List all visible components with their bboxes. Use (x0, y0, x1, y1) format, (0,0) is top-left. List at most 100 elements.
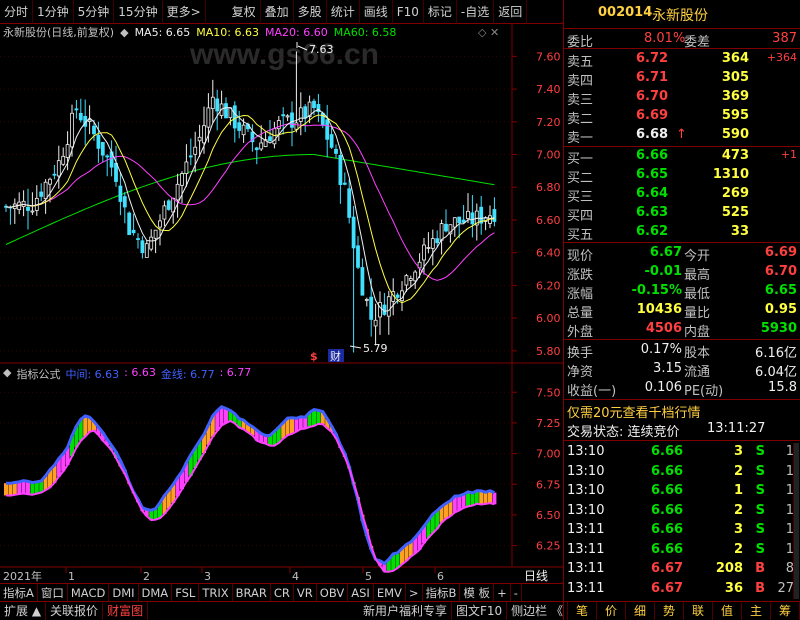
sep-title (564, 28, 800, 29)
toolbar-btn-1min[interactable]: 1分钟 (33, 0, 74, 24)
status-f10[interactable]: 图文F10 (452, 601, 508, 620)
sell-price: 6.71 (636, 70, 669, 85)
candle-body (338, 154, 343, 185)
indicator-mid-val2: : 6.63 (124, 366, 156, 379)
ma5-label: MA5: 6.65 (134, 25, 191, 39)
chart-svg[interactable]: www.gs66.cn 7.60 7.40 7.20 7.00 6.80 6.60 6.40… (0, 24, 563, 590)
stat-value-left: -0.01 (644, 264, 682, 279)
stat-label-left: 涨跌 (567, 268, 594, 283)
tick-list-scrollbar[interactable] (793, 443, 799, 599)
tab-vr[interactable]: VR (294, 583, 317, 602)
tab-indicator-b[interactable]: 指标B (423, 583, 461, 602)
tab-remove[interactable]: - (511, 583, 522, 602)
status-wealth-chart[interactable]: 财富图 (103, 601, 149, 620)
indicator-gold-val2: : 6.77 (219, 366, 252, 379)
candle-body (281, 114, 286, 117)
tab-cr[interactable]: CR (271, 583, 294, 602)
status-expand[interactable]: 扩展 ▲ (0, 601, 47, 620)
toolbar-btn-mark[interactable]: 标记 (424, 0, 457, 24)
toolbar-btn-more[interactable]: 更多> (163, 0, 206, 24)
diamond-icon[interactable]: ◇ (478, 26, 486, 39)
weibi-row: 委比 8.01% 委差 387 (564, 30, 800, 50)
close-icon[interactable]: ✕ (490, 26, 499, 39)
sell-volume: 595 (721, 108, 749, 123)
toolbar-btn-stats[interactable]: 统计 (327, 0, 360, 24)
toolbar-btn-overlay[interactable]: 叠加 (261, 0, 294, 24)
buy-volume: 473 (721, 148, 749, 163)
stat-label-right: 量比 (684, 306, 711, 321)
promo-row[interactable]: 仅需20元查看千档行情 (564, 401, 800, 421)
toolbar-btn-adjust[interactable]: 复权 (228, 0, 261, 24)
ma5-path (5, 107, 495, 312)
month-label: 4 (292, 570, 299, 583)
tab-dmi[interactable]: DMI (109, 583, 139, 602)
tick-time: 13:10 (567, 502, 605, 518)
candle-body (87, 119, 92, 122)
stat-value-left: 4506 (645, 321, 682, 336)
toolbar-btn-multi[interactable]: 多股 (294, 0, 327, 24)
candle-body (457, 216, 462, 224)
stat-label-left: 涨幅 (567, 287, 594, 302)
candle-body (153, 229, 158, 239)
promo-text[interactable]: 仅需20元查看千档行情 (567, 402, 701, 421)
toolbar-btn-5min[interactable]: 5分钟 (74, 0, 115, 24)
candle-body (408, 278, 413, 281)
tab-dma[interactable]: DMA (139, 583, 173, 602)
toolbar-btn-back[interactable]: 返回 (494, 0, 528, 24)
chart-menu-icon[interactable]: ◆ (120, 26, 128, 39)
toolbar-btn-f10[interactable]: F10 (393, 0, 424, 24)
chart-area[interactable]: www.gs66.cn 7.60 7.40 7.20 7.00 6.80 6.60 6.40… (0, 24, 563, 590)
candle-body (395, 294, 400, 298)
tab-emv[interactable]: EMV (374, 583, 406, 602)
stat2-label-right: PE(动) (684, 384, 724, 399)
tick-volume: 1 (733, 483, 743, 498)
stat-row: 总量 10436 量比 0.95 (564, 301, 800, 321)
candle-body (65, 144, 70, 158)
candle-body (210, 96, 215, 110)
candle-body (114, 162, 118, 182)
tab-template[interactable]: 模 板 (460, 583, 495, 602)
tab-window[interactable]: 窗口 (38, 583, 68, 602)
ma60-label: MA60: 6.58 (333, 25, 397, 39)
tick-side: S (755, 444, 765, 459)
event-tag-finance[interactable]: 财 (330, 349, 341, 363)
tick-side: S (755, 502, 765, 518)
tick-price: 6.66 (651, 444, 684, 459)
watermark: www.gs66.cn (189, 38, 379, 71)
toolbar-btn-remove-watch[interactable]: -自选 (457, 0, 495, 24)
high-marker-label: 7.63 (309, 43, 334, 56)
tick-side: S (755, 522, 765, 537)
tab-next[interactable]: > (406, 583, 423, 602)
tab-add[interactable]: + (494, 583, 511, 602)
tab-brar[interactable]: BRAR (233, 583, 271, 602)
status-sidebar[interactable]: 侧边栏 《 (507, 601, 568, 620)
indicator-menu-icon[interactable]: ◆ (3, 366, 11, 380)
candle-body (224, 103, 228, 119)
candle-body (360, 267, 365, 296)
tab-indicator-a[interactable]: 指标A (0, 583, 38, 602)
status-related-quotes[interactable]: 关联报价 (46, 601, 104, 620)
month-label: 2 (143, 570, 150, 583)
status-new-user-promo[interactable]: 新用户福利专享 (359, 601, 452, 620)
toolbar-btn-draw[interactable]: 画线 (360, 0, 393, 24)
sell-label: 卖五 (567, 55, 594, 70)
tab-fsl[interactable]: FSL (172, 583, 200, 602)
sell-volume: 590 (721, 127, 749, 142)
stat2-value-right: 6.16亿 (755, 346, 797, 361)
indicator-gold-label: 金线: 6.77 (160, 368, 215, 381)
stat2-label-left: 净资 (567, 365, 594, 380)
tab-macd[interactable]: MACD (68, 583, 110, 602)
candle-body (149, 236, 154, 250)
stat-value-right: 0.95 (764, 302, 797, 317)
toolbar-btn-15min[interactable]: 15分钟 (114, 0, 163, 24)
tick-row: 13:11 6.66 3 S 1 (564, 521, 800, 540)
tab-obv[interactable]: OBV (317, 583, 349, 602)
candle-body (188, 155, 193, 158)
toolbar-btn-intraday[interactable]: 分时 (0, 0, 34, 24)
candle-body (325, 119, 330, 140)
tab-asi[interactable]: ASI (348, 583, 374, 602)
event-tag-dollar[interactable]: $ (310, 350, 318, 363)
candle-body (356, 245, 360, 268)
tick-row: 13:11 6.66 2 S 1 (564, 541, 800, 560)
tab-trix[interactable]: TRIX (199, 583, 233, 602)
